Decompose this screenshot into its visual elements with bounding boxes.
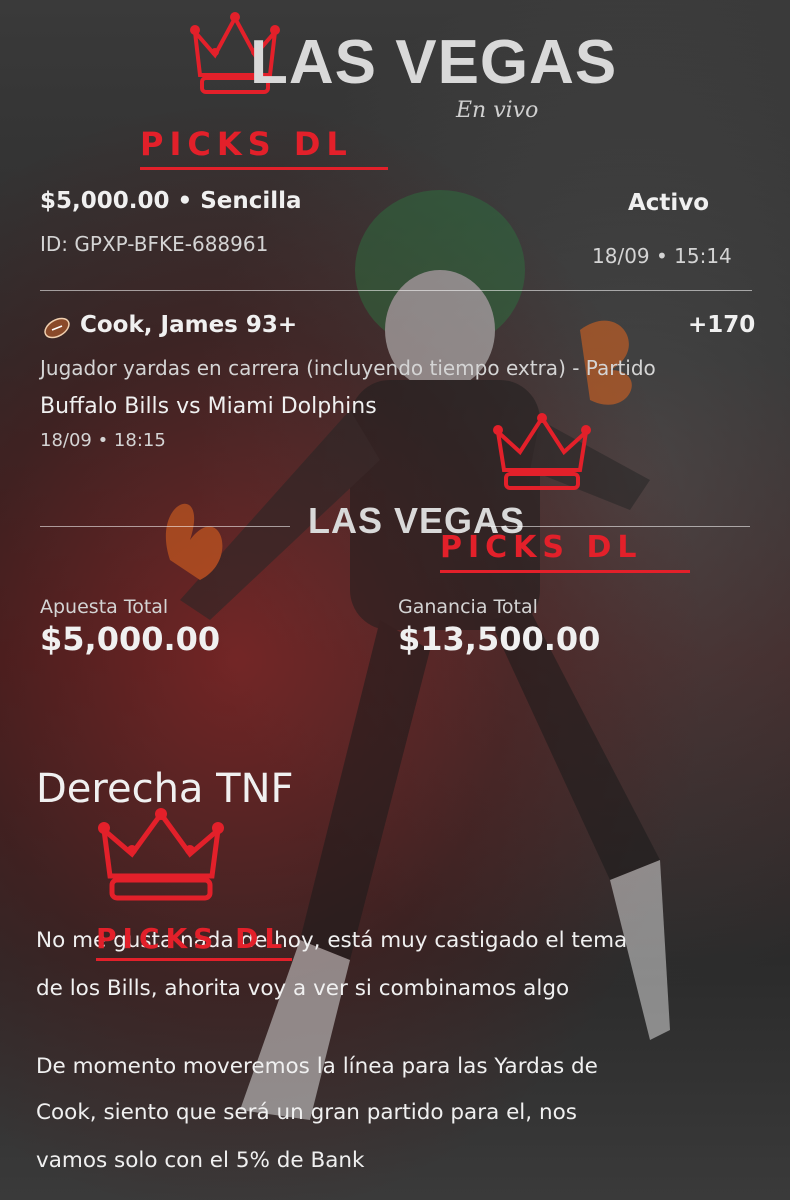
selection-match: Buffalo Bills vs Miami Dolphins: [40, 394, 377, 419]
post-paragraph-1-line-2: de los Bills, ahorita voy a ver si combi…: [36, 976, 570, 1001]
selection-player: Cook, James 93+: [80, 312, 298, 338]
bet-amount-type: $5,000.00 • Sencilla: [40, 188, 302, 214]
picks-watermark-center: PICKS DL: [440, 530, 643, 565]
selection-match-time: 18/09 • 18:15: [40, 430, 166, 451]
payout-value: $13,500.00: [398, 620, 601, 658]
picks-underline-center: [440, 570, 690, 573]
brand-sub-text: En vivo: [456, 98, 539, 123]
crown-icon: [493, 413, 591, 490]
brand-logo-text: LAS VEGAS: [250, 28, 618, 97]
selection-odds: +170: [688, 312, 756, 338]
bet-status-badge: Activo: [628, 190, 710, 216]
picks-watermark: PICKS DL: [140, 125, 353, 163]
post-paragraph-2-line-2: Cook, siento que será un gran partido pa…: [36, 1100, 577, 1125]
football-icon: [44, 317, 70, 339]
post-paragraph-2-line-3: vamos solo con el 5% de Bank: [36, 1148, 365, 1173]
bet-id: ID: GPXP-BFKE-688961: [40, 232, 269, 256]
stake-value: $5,000.00: [40, 620, 221, 658]
selection-market: Jugador yardas en carrera (incluyendo ti…: [40, 356, 656, 380]
section-divider: [40, 290, 752, 291]
stake-label: Apuesta Total: [40, 596, 169, 618]
post-paragraph-2-line-1: De momento moveremos la línea para las Y…: [36, 1054, 598, 1079]
payout-label: Ganancia Total: [398, 596, 538, 618]
picks-watermark-bottom: PICKS DL: [96, 922, 289, 955]
right-divider: [488, 526, 750, 527]
crown-icon: [98, 808, 224, 901]
left-divider: [40, 526, 290, 527]
bet-placed-time: 18/09 • 15:14: [592, 244, 732, 268]
picks-underline: [140, 167, 388, 170]
picks-underline-bottom: [96, 958, 292, 961]
